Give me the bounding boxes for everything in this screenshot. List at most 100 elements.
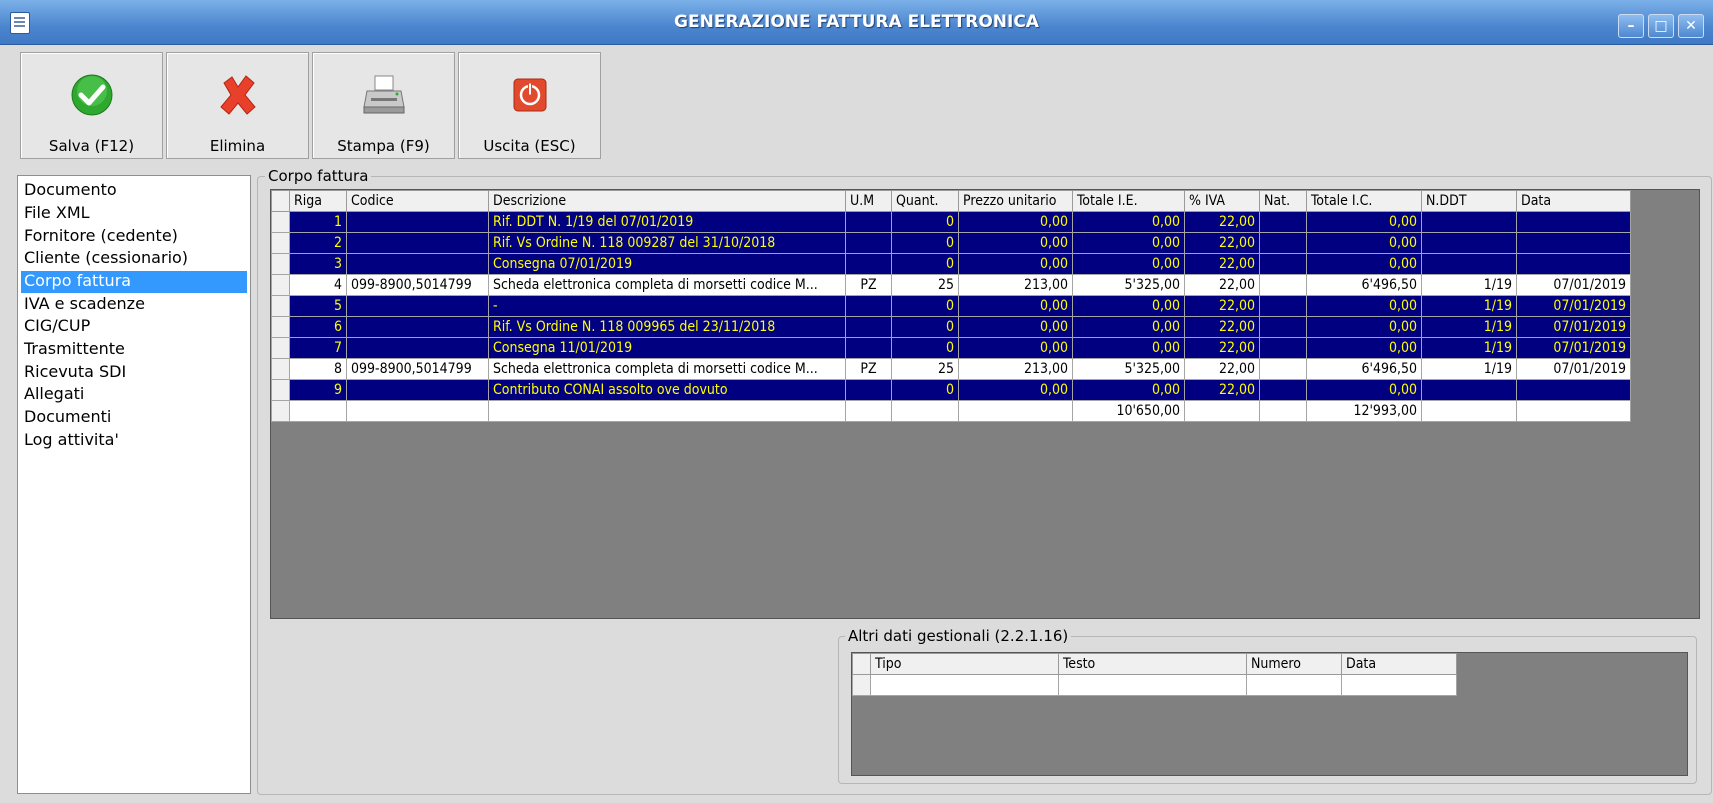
exit-button[interactable]: Uscita (ESC) xyxy=(458,52,601,159)
table-cell[interactable]: 1/19 xyxy=(1421,274,1517,296)
table-cell[interactable]: 25 xyxy=(891,274,959,296)
menu-item-file-xml[interactable]: File XML xyxy=(21,203,247,225)
menu-item-iva-scadenze[interactable]: IVA e scadenze xyxy=(21,294,247,316)
table-cell[interactable] xyxy=(1259,358,1307,380)
table-cell[interactable]: 0,00 xyxy=(1306,211,1422,233)
table-cell[interactable]: 22,00 xyxy=(1184,379,1260,401)
table-cell[interactable] xyxy=(845,253,892,275)
table-cell[interactable]: Scheda elettronica completa di morsetti … xyxy=(488,358,846,380)
print-button[interactable]: Stampa (F9) xyxy=(312,52,455,159)
table-cell[interactable]: 0 xyxy=(891,379,959,401)
table-cell[interactable]: - xyxy=(488,295,846,317)
row-indicator[interactable] xyxy=(271,337,290,359)
table-cell[interactable] xyxy=(346,232,489,254)
table-cell[interactable]: 6'496,50 xyxy=(1306,274,1422,296)
table-cell[interactable]: 1/19 xyxy=(1421,295,1517,317)
table-cell[interactable] xyxy=(1341,674,1457,696)
table-cell[interactable]: Rif. DDT N. 1/19 del 07/01/2019 xyxy=(488,211,846,233)
table-cell[interactable]: 22,00 xyxy=(1184,358,1260,380)
table-row[interactable] xyxy=(852,674,1457,696)
table-cell[interactable] xyxy=(1421,232,1517,254)
table-cell[interactable]: 0,00 xyxy=(1072,379,1185,401)
column-header[interactable]: Totale I.E. xyxy=(1072,190,1185,212)
minimize-button[interactable]: – xyxy=(1618,14,1644,38)
table-cell[interactable]: 6 xyxy=(289,316,347,338)
column-header[interactable]: Data xyxy=(1341,653,1457,675)
table-cell[interactable]: Rif. Vs Ordine N. 118 009965 del 23/11/2… xyxy=(488,316,846,338)
table-cell[interactable] xyxy=(845,211,892,233)
menu-item-cig-cup[interactable]: CIG/CUP xyxy=(21,316,247,338)
table-cell[interactable] xyxy=(1259,337,1307,359)
menu-item-allegati[interactable]: Allegati xyxy=(21,384,247,406)
row-indicator[interactable] xyxy=(271,295,290,317)
table-cell[interactable] xyxy=(1259,211,1307,233)
table-cell[interactable]: 2 xyxy=(289,232,347,254)
table-cell[interactable]: 5'325,00 xyxy=(1072,274,1185,296)
row-indicator[interactable] xyxy=(271,253,290,275)
menu-item-documento[interactable]: Documento xyxy=(21,180,247,202)
table-cell[interactable] xyxy=(1421,253,1517,275)
table-cell[interactable] xyxy=(1259,379,1307,401)
column-header[interactable]: N.DDT xyxy=(1421,190,1517,212)
table-cell[interactable]: 3 xyxy=(289,253,347,275)
invoice-lines-grid[interactable]: Riga Codice Descrizione U.M Quant. Prezz… xyxy=(270,189,1700,619)
table-cell[interactable]: 8 xyxy=(289,358,347,380)
row-indicator[interactable] xyxy=(271,379,290,401)
table-cell[interactable]: 0,00 xyxy=(1072,232,1185,254)
table-cell[interactable] xyxy=(845,379,892,401)
table-cell[interactable]: 0,00 xyxy=(958,379,1073,401)
table-cell[interactable]: 07/01/2019 xyxy=(1516,295,1631,317)
table-cell[interactable]: 0,00 xyxy=(1306,232,1422,254)
column-header[interactable]: % IVA xyxy=(1184,190,1260,212)
menu-item-cliente[interactable]: Cliente (cessionario) xyxy=(21,248,247,270)
delete-button[interactable]: Elimina xyxy=(166,52,309,159)
table-cell[interactable]: 1 xyxy=(289,211,347,233)
table-cell[interactable]: 0,00 xyxy=(1072,253,1185,275)
table-cell[interactable]: PZ xyxy=(845,358,892,380)
table-cell[interactable]: 22,00 xyxy=(1184,211,1260,233)
table-cell[interactable]: 099-8900,5014799 xyxy=(346,358,489,380)
table-cell[interactable]: 0,00 xyxy=(1306,337,1422,359)
row-indicator[interactable] xyxy=(271,274,290,296)
column-header[interactable]: Numero xyxy=(1246,653,1342,675)
row-indicator[interactable] xyxy=(271,358,290,380)
table-cell[interactable] xyxy=(845,316,892,338)
table-cell[interactable]: 22,00 xyxy=(1184,316,1260,338)
table-cell[interactable] xyxy=(1259,316,1307,338)
table-row[interactable]: 2 Rif. Vs Ordine N. 118 009287 del 31/10/… xyxy=(271,232,1631,254)
close-button[interactable]: ✕ xyxy=(1678,14,1704,38)
table-row[interactable]: 1 Rif. DDT N. 1/19 del 07/01/2019 0 0,00 0,0… xyxy=(271,211,1631,233)
table-cell[interactable] xyxy=(1516,211,1631,233)
table-cell[interactable]: 22,00 xyxy=(1184,274,1260,296)
table-cell[interactable]: Consegna 07/01/2019 xyxy=(488,253,846,275)
table-cell[interactable]: 0,00 xyxy=(958,316,1073,338)
table-cell[interactable] xyxy=(346,379,489,401)
column-header[interactable]: Testo xyxy=(1058,653,1247,675)
table-cell[interactable]: 0,00 xyxy=(958,211,1073,233)
table-row[interactable]: 4 099-8900,5014799 Scheda elettronica comp… xyxy=(271,274,1631,296)
table-cell[interactable]: 6'496,50 xyxy=(1306,358,1422,380)
table-cell[interactable]: 7 xyxy=(289,337,347,359)
table-row[interactable]: 9 Contributo CONAI assolto ove dovuto 0 0,0… xyxy=(271,379,1631,401)
table-cell[interactable] xyxy=(1259,274,1307,296)
table-cell[interactable]: 0,00 xyxy=(1306,295,1422,317)
table-cell[interactable]: Rif. Vs Ordine N. 118 009287 del 31/10/2… xyxy=(488,232,846,254)
altri-dati-grid[interactable]: Tipo Testo Numero Data xyxy=(851,652,1688,776)
table-cell[interactable]: 5'325,00 xyxy=(1072,358,1185,380)
table-cell[interactable]: 22,00 xyxy=(1184,232,1260,254)
table-cell[interactable]: 22,00 xyxy=(1184,337,1260,359)
table-cell[interactable]: Contributo CONAI assolto ove dovuto xyxy=(488,379,846,401)
table-cell[interactable]: 099-8900,5014799 xyxy=(346,274,489,296)
menu-item-trasmittente[interactable]: Trasmittente xyxy=(21,339,247,361)
column-header[interactable]: Prezzo unitario xyxy=(958,190,1073,212)
table-cell[interactable]: 0,00 xyxy=(958,337,1073,359)
menu-item-fornitore[interactable]: Fornitore (cedente) xyxy=(21,226,247,248)
column-header[interactable]: Quant. xyxy=(891,190,959,212)
table-cell[interactable]: 4 xyxy=(289,274,347,296)
table-cell[interactable]: 07/01/2019 xyxy=(1516,316,1631,338)
table-cell[interactable] xyxy=(845,232,892,254)
column-header[interactable]: U.M xyxy=(845,190,892,212)
table-cell[interactable]: 213,00 xyxy=(958,274,1073,296)
table-cell[interactable]: Scheda elettronica completa di morsetti … xyxy=(488,274,846,296)
table-cell[interactable] xyxy=(845,295,892,317)
